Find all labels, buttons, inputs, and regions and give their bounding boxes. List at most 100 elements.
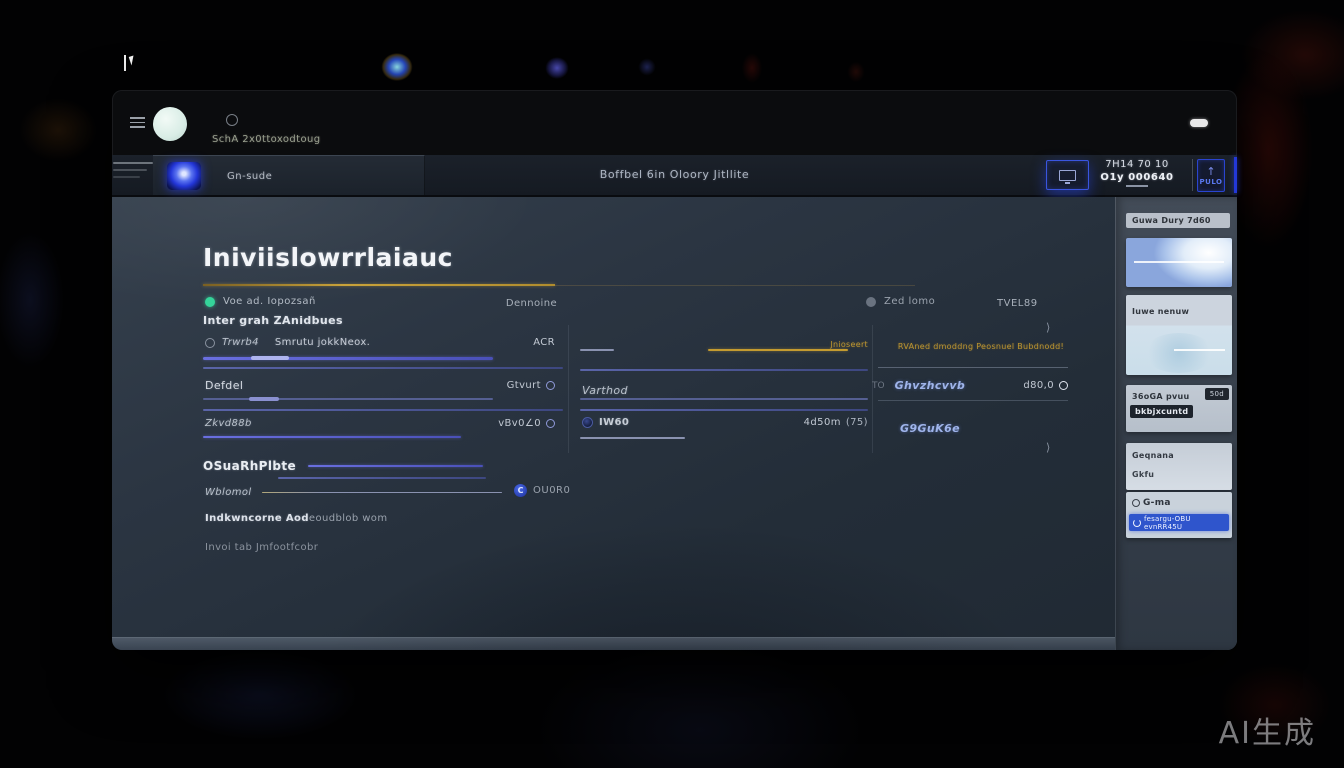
row2-value: Gtvurt [507, 380, 555, 391]
desktop-background: SchA 2x0ttoxodtoug Gn-sude Boffbel 6in O… [0, 0, 1344, 768]
slider-row1[interactable] [203, 357, 493, 360]
sidebar-thumbnail-1[interactable] [1126, 238, 1232, 287]
status-left-label: Voe ad. Iopozsañ [223, 296, 316, 307]
sidebar-thumbnail-3[interactable]: 50d 36oGA pvuu bkbjxcuntd [1126, 385, 1232, 432]
scroll-mark-bottom: ⟩ [1046, 441, 1050, 454]
mid-row3-badge: (75) [846, 417, 868, 428]
right-sidebar: Guwa Dury 7d60 Iuwe nenuw 50d 36oGA pvuu… [1115, 197, 1237, 650]
nav-edge-accent [1234, 157, 1237, 193]
row1-value: ACR [533, 337, 555, 348]
slider-row2b[interactable] [203, 409, 563, 411]
section2-row-value: OU0R0 [533, 485, 570, 496]
nav-divider [1192, 159, 1193, 191]
refresh-badge-icon[interactable]: C [514, 484, 527, 497]
gray-status-dot-icon [866, 297, 876, 307]
form-row-1: Trwrb4 Smrutu jokkNeox. ACR [205, 337, 555, 348]
scroll-mark-top: ⟩ [1046, 321, 1050, 334]
minimize-pill-icon[interactable] [1190, 119, 1208, 127]
thumbnail2-title: Iuwe nenuw [1132, 307, 1189, 316]
window-titlebar: SchA 2x0ttoxodtoug [112, 90, 1237, 155]
right-row-1: TO Ghvzhcvvb d80,0 [872, 379, 1068, 392]
nav-status-line2: O1y 000640 [1093, 172, 1181, 183]
avatar[interactable] [153, 107, 187, 141]
section2-title: OSuaRhPlbte [203, 459, 296, 473]
status-left: Voe ad. Iopozsañ [205, 296, 316, 307]
right-link-2[interactable]: G9GuK6e [900, 422, 960, 435]
section2-slider-a[interactable] [308, 465, 483, 467]
nav-status-underline [1126, 185, 1148, 187]
section2-row-slider[interactable] [262, 492, 502, 494]
slider-row1b[interactable] [203, 367, 563, 369]
status-right-value: TVEL89 [997, 298, 1038, 309]
status-ring-icon [226, 114, 238, 126]
mid-gold-slider[interactable] [708, 349, 848, 351]
green-status-dot-icon [205, 297, 215, 307]
mid-row3-value-text: 4d50m [804, 417, 841, 428]
row2-toggle-icon[interactable] [546, 381, 555, 390]
form-row-3: Zkvd88b vBv0∠0 [205, 418, 555, 429]
mouse-cursor [124, 53, 140, 75]
nav-status-line1: 7H14 70 10 [1093, 159, 1181, 170]
right-divider-1 [878, 367, 1068, 368]
cursor-bar-icon [124, 55, 126, 71]
mid-row3-value: 4d50m (75) [804, 417, 868, 428]
right-link-1[interactable]: Ghvzhcvvb [895, 379, 966, 392]
sidebar-thumbnail-4[interactable]: Geqnana Gkfu [1126, 443, 1232, 490]
right-notice: RVAned dmoddng Peosnuel Bubdnodd! [878, 342, 1064, 351]
main-panel: Iniviislowrrlaiauc Voe ad. Iopozsañ Denn… [112, 197, 1237, 650]
mid-row-3: IW60 4d50m (75) [582, 417, 868, 428]
hamburger-menu-icon[interactable] [130, 117, 145, 128]
section2-row-value-group: C OU0R0 [514, 484, 570, 497]
body-text-1-strong: Indkwncorne Aod [205, 513, 309, 524]
radio-circle-icon[interactable] [205, 338, 215, 348]
display-mode-button[interactable] [1046, 160, 1089, 190]
section-subheading: Inter grah ZAnidbues [203, 314, 343, 327]
upload-button[interactable]: ↑ PULO [1197, 159, 1225, 192]
mid-divider-slider[interactable] [580, 369, 868, 371]
mid-row3-label: IW60 [599, 417, 629, 428]
status-left-value: Dennoine [492, 298, 557, 309]
thumbnail1-line [1134, 261, 1223, 263]
thumbnail5-selected-item[interactable]: fesargu-OBU evnRR45U [1129, 514, 1229, 531]
nav-status-block: 7H14 70 10 O1y 000640 [1093, 159, 1181, 187]
slider-row2[interactable] [203, 398, 493, 400]
thumbnail3-line2: bkbjxcuntd [1130, 405, 1193, 418]
mid-slider-stub[interactable] [580, 349, 614, 351]
sidebar-header[interactable]: Guwa Dury 7d60 [1126, 213, 1230, 228]
status-right: Zed lomo [866, 296, 935, 307]
sidebar-thumbnail-2[interactable]: Iuwe nenuw [1126, 295, 1232, 375]
thumbnail4-line1: Geqnana [1132, 451, 1174, 460]
title-underline-ext [555, 285, 915, 286]
body-text-1: Indkwncorne Aodeoudblob wom [205, 513, 387, 524]
right-toggle-icon[interactable] [1059, 381, 1068, 390]
right-row1-value-text: d80,0 [1023, 380, 1054, 391]
thumbnail3-badge: 50d [1205, 388, 1229, 400]
monitor-icon [1059, 170, 1076, 181]
sidebar-thumbnail-5[interactable]: G-ma fesargu-OBU evnRR45U [1126, 492, 1232, 538]
section2-slider-b[interactable] [278, 477, 486, 479]
right-prefix: TO [872, 381, 885, 391]
slider-row2-handle[interactable] [249, 397, 279, 401]
cursor-arrow-icon [129, 55, 137, 65]
mid-row-2: Varthod [582, 379, 628, 398]
nav-bar: Gn-sude Boffbel 6in Oloory Jitllite 7H14… [112, 155, 1237, 197]
thumbnail2-line [1174, 349, 1225, 351]
row2-value-text: Gtvurt [507, 380, 541, 391]
mid-slider-2b[interactable] [580, 409, 868, 411]
loading-ring-icon [1133, 519, 1141, 527]
mid-row2-label: Varthod [582, 384, 628, 397]
thumbnail3-line1: 36oGA pvuu [1132, 392, 1190, 401]
thumbnail5-line1: G-ma [1132, 498, 1171, 508]
upload-button-label: PULO [1200, 178, 1223, 186]
mid-slider-3[interactable] [580, 437, 685, 439]
body-text-1-rest: eoudblob wom [309, 513, 388, 524]
slider-row1-handle[interactable] [251, 356, 289, 360]
thumbnail5-line1-text: G-ma [1143, 498, 1171, 508]
row3-value-text: vBv0∠0 [498, 418, 541, 429]
slider-row3[interactable] [203, 436, 461, 438]
row1-sublabel: Smrutu jokkNeox. [275, 337, 370, 348]
row3-toggle-icon[interactable] [546, 419, 555, 428]
mid-slider-2[interactable] [580, 398, 868, 400]
orb-icon[interactable] [582, 417, 593, 428]
section2-row-label: Wblomol [205, 487, 252, 498]
